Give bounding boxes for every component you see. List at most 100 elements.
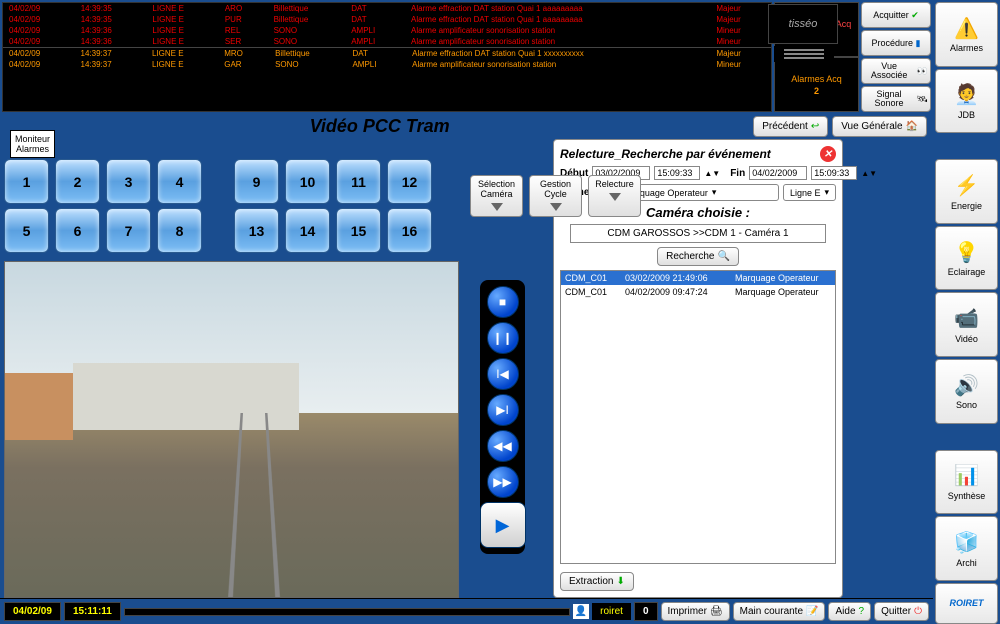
prev-frame-button[interactable]: I◀ [487,358,519,390]
nav-sono[interactable]: 🔊Sono [935,359,998,424]
book-icon: ▮ [916,39,921,48]
status-date: 04/02/09 [4,602,61,621]
status-time: 15:11:11 [64,602,121,621]
power-icon: ⏻ [914,606,922,617]
nav-energy[interactable]: ⚡Energie [935,159,998,224]
video-preview [4,261,459,598]
check-icon: ✔ [911,11,919,20]
printer-icon: 🖨 [710,606,723,617]
stop-button[interactable]: ■ [487,286,519,318]
rewind-button[interactable]: ◀◀ [487,430,519,462]
alarms-ack-label: Alarmes Acq 2 [774,57,859,112]
alarm-row[interactable]: 04/02/0914:39:35LIGNE EPURBillettiqueDAT… [3,14,771,25]
search-panel-title: Relecture_Recherche par événement [560,147,771,161]
monitor-label: MoniteurAlarmes [10,130,55,158]
monitor-15[interactable]: 15 [336,208,381,253]
close-icon: ✕ [824,149,832,160]
nav-alarms[interactable]: ⚠️Alarmes [935,2,998,67]
print-button[interactable]: Imprimer🖨 [661,602,730,621]
monitor-16[interactable]: 16 [387,208,432,253]
replay-button[interactable]: Relecture [588,175,641,217]
nav-light[interactable]: 💡Eclairage [935,226,998,291]
alarm-row[interactable]: 04/02/0914:39:36LIGNE ERELSONOAMPLIAlarm… [3,25,771,36]
alarm-row[interactable]: 04/02/0914:39:37LIGNE EMROBillettiqueDAT… [3,48,771,59]
cubes-icon: 🧊 [954,530,980,556]
playback-control-panel: ■ ❙❙ I◀ ▶I ◀◀ ▶▶ ▶ [480,280,525,554]
result-row[interactable]: CDM_C0104/02/2009 09:47:24Marquage Opera… [561,285,835,299]
search-button[interactable]: Recherche🔍 [657,247,739,266]
chart-icon: 📊 [954,463,980,489]
results-table[interactable]: CDM_C0103/02/2009 21:49:06Marquage Opera… [560,270,836,564]
main-courante-button[interactable]: Main courante📝 [733,602,826,621]
monitor-10[interactable]: 10 [285,159,330,204]
quit-button[interactable]: Quitter⏻ [874,602,929,621]
alarm-row[interactable]: 04/02/0914:39:37LIGNE EGARSONOAMPLIAlarm… [3,59,771,70]
sound-button[interactable]: Signal Sonore 🛰 [861,86,931,112]
monitor-11[interactable]: 11 [336,159,381,204]
end-time-input[interactable] [811,166,857,180]
menu-icon[interactable] [774,46,834,62]
alarm-panel: 04/02/0914:39:35LIGNE EAROBillettiqueDAT… [2,2,772,112]
chevron-down-icon: ▾ [824,187,829,198]
prev-button[interactable]: Précédent↩ [753,116,828,137]
arrow-back-icon: ↩ [811,121,819,132]
cycle-mgmt-button[interactable]: Gestion Cycle [529,175,582,217]
pause-button[interactable]: ❙❙ [487,322,519,354]
monitor-5[interactable]: 5 [4,208,49,253]
chevron-down-icon [491,203,503,211]
user-icon: 👤 [573,604,589,619]
monitor-13[interactable]: 13 [234,208,279,253]
nav-archi[interactable]: 🧊Archi [935,516,998,581]
download-icon: ⬇ [616,576,624,587]
procedure-button[interactable]: Procédure ▮ [861,30,931,56]
monitor-1[interactable]: 1 [4,159,49,204]
start-time-input[interactable] [654,166,700,180]
home-icon: 🏠 [906,121,918,132]
nav-video[interactable]: 📹Vidéo [935,292,998,357]
note-icon: 📝 [806,606,818,617]
monitor-8[interactable]: 8 [157,208,202,253]
speaker-icon: 🛰 [917,95,928,104]
event-select[interactable]: Marquage Operateur▾ [617,184,779,201]
assoc-view-button[interactable]: Vue Associée 👀 [861,58,931,84]
general-view-button[interactable]: Vue Générale🏠 [832,116,927,137]
forward-button[interactable]: ▶▶ [487,466,519,498]
camera-icon: 📹 [954,306,980,332]
nav-jdb[interactable]: 🧑‍💼JDB [935,69,998,134]
end-date-input[interactable] [749,166,807,180]
bulb-icon: 💡 [954,239,980,265]
monitor-6[interactable]: 6 [55,208,100,253]
brand-logo: tisséo [768,4,838,44]
nav-synth[interactable]: 📊Synthèse [935,450,998,515]
end-label: Fin [730,168,745,179]
ack-button[interactable]: Acquitter ✔ [861,2,931,28]
result-row[interactable]: CDM_C0103/02/2009 21:49:06Marquage Opera… [561,271,835,285]
monitor-7[interactable]: 7 [106,208,151,253]
extraction-button[interactable]: Extraction⬇ [560,572,634,591]
status-user: roiret [592,603,631,620]
alarm-row[interactable]: 04/02/0914:39:36LIGNE ESERSONOAMPLIAlarm… [3,36,771,47]
help-button[interactable]: Aide? [828,602,871,621]
speaker-icon: 🔊 [954,372,980,398]
monitor-3[interactable]: 3 [106,159,151,204]
monitor-12[interactable]: 12 [387,159,432,204]
nav-roiret[interactable]: ROIRET [935,583,998,624]
alarm-row[interactable]: 04/02/0914:39:35LIGNE EAROBillettiqueDAT… [3,3,771,14]
select-camera-button[interactable]: Sélection Caméra [470,175,523,217]
status-message [124,608,570,616]
line-select[interactable]: Ligne E▾ [783,184,836,201]
page-title: Vidéo PCC Tram [6,116,753,137]
play-button[interactable]: ▶ [480,502,526,548]
monitor-14[interactable]: 14 [285,208,330,253]
monitor-4[interactable]: 4 [157,159,202,204]
monitor-9[interactable]: 9 [234,159,279,204]
camera-chosen-value: CDM GAROSSOS >>CDM 1 - Caméra 1 [570,224,826,243]
binoc-icon: 👀 [917,67,928,76]
chevron-down-icon [609,193,621,201]
close-button[interactable]: ✕ [820,146,836,162]
pylon-icon: ⚡ [954,173,980,199]
chevron-down-icon [550,203,562,211]
warning-icon: ⚠️ [954,15,980,41]
monitor-2[interactable]: 2 [55,159,100,204]
next-frame-button[interactable]: ▶I [487,394,519,426]
